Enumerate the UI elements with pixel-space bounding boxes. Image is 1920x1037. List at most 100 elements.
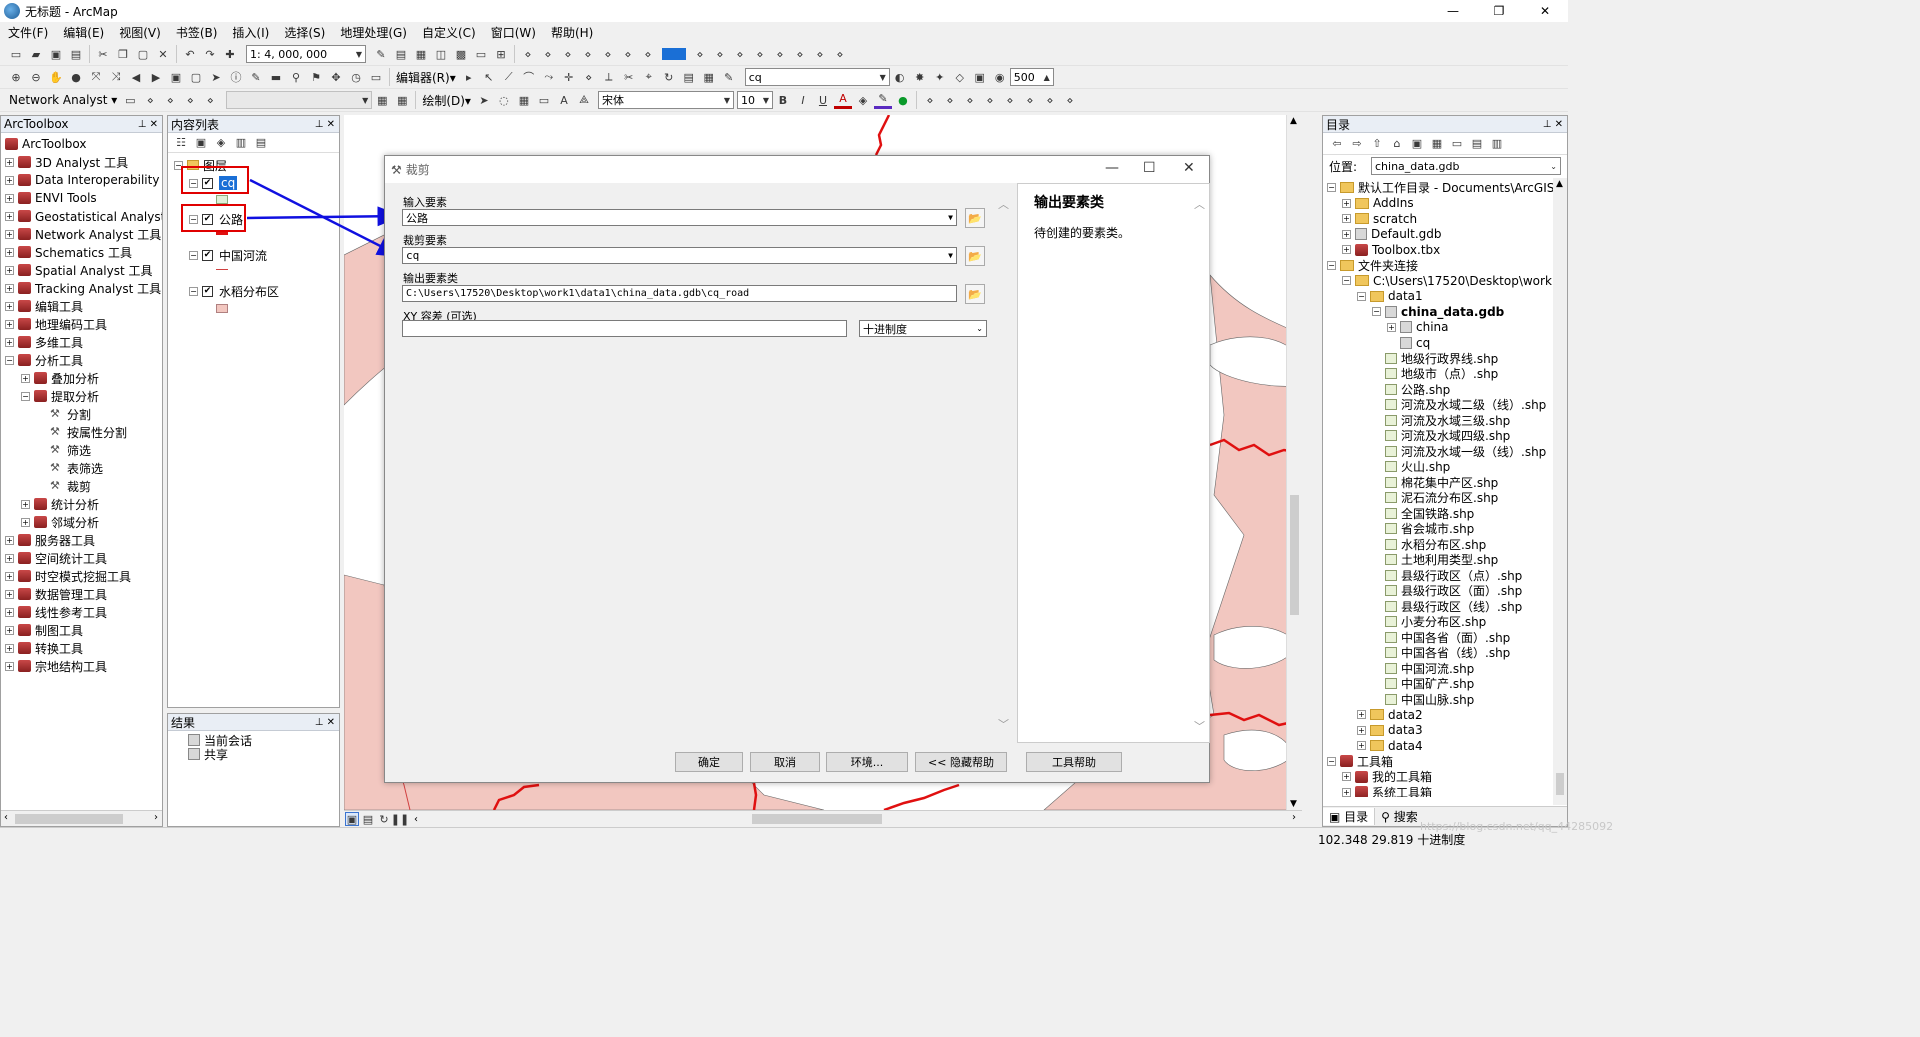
arctoolbox-root[interactable]: ArcToolbox xyxy=(5,135,162,153)
table-of-contents-icon[interactable]: ▤ xyxy=(392,45,410,63)
network-dataset-combo[interactable]: ▼ xyxy=(226,91,373,109)
network-icon-b[interactable]: ⋄ xyxy=(161,91,179,109)
rectangle-icon[interactable]: ▭ xyxy=(535,91,553,109)
tool-icon-a[interactable]: ⋄ xyxy=(519,45,537,63)
rotate-element-icon[interactable]: ◌ xyxy=(495,91,513,109)
time-slider-icon[interactable]: ◷ xyxy=(347,68,365,86)
arctoolbox-toolbox-item[interactable]: + Data Interoperability Too xyxy=(5,171,162,189)
rotate-icon[interactable]: ↻ xyxy=(660,68,678,86)
expand-icon[interactable]: + xyxy=(5,337,14,347)
collapse-icon[interactable]: − xyxy=(21,391,30,401)
pin-close-icons[interactable]: ⊥ ✕ xyxy=(138,119,158,130)
expand-icon[interactable]: + xyxy=(1357,741,1366,751)
georef-icon-c[interactable]: ✦ xyxy=(931,68,949,86)
tool-icon-j[interactable]: ⋄ xyxy=(731,45,749,63)
help-scroll-down-icon[interactable]: ﹀ xyxy=(1194,718,1205,734)
arctoolbox-toolbox-item[interactable]: + Tracking Analyst 工具 xyxy=(5,279,162,297)
arctoolbox-toolbox-item[interactable]: + Geostatistical Analyst 工具 xyxy=(5,207,162,225)
find-route-icon[interactable]: ⚑ xyxy=(307,68,325,86)
network-icon-e[interactable]: ▦ xyxy=(373,91,391,109)
catalog-tree-item[interactable]: cq xyxy=(1327,335,1567,351)
arctoolbox-tool-item[interactable]: ⚒ 裁剪 xyxy=(5,477,162,495)
redo-icon[interactable]: ↷ xyxy=(201,45,219,63)
catalog-tree-item[interactable]: 县级行政区（线）.shp xyxy=(1327,599,1567,615)
catalog-new-icon[interactable]: ▭ xyxy=(1448,135,1466,153)
fixed-zoom-out-icon[interactable]: ⤨ xyxy=(107,68,125,86)
menu-help[interactable]: 帮助(H) xyxy=(543,24,600,41)
expand-icon[interactable]: + xyxy=(5,157,14,167)
draw-icon-g[interactable]: ⋄ xyxy=(1041,91,1059,109)
toc-options-icon[interactable]: ▤ xyxy=(252,134,270,152)
tool-icon-c[interactable]: ⋄ xyxy=(559,45,577,63)
collapse-icon[interactable]: − xyxy=(189,250,198,260)
collapse-icon[interactable]: − xyxy=(1327,260,1336,270)
tool-icon-f[interactable]: ⋄ xyxy=(619,45,637,63)
zoom-in-icon[interactable]: ⊕ xyxy=(7,68,25,86)
copy-icon[interactable]: ❐ xyxy=(114,45,132,63)
bold-button[interactable]: B xyxy=(774,91,792,109)
collapse-icon[interactable]: − xyxy=(189,286,198,296)
layout-view-icon[interactable]: ▤ xyxy=(361,812,375,826)
catalog-toggle-icon[interactable]: ▥ xyxy=(1488,135,1506,153)
map-vscrollbar[interactable]: ▲ ▼ xyxy=(1286,115,1302,810)
split-icon[interactable]: ⌖ xyxy=(640,68,658,86)
expand-icon[interactable]: + xyxy=(5,553,14,563)
georef-icon-b[interactable]: ✸ xyxy=(911,68,929,86)
help-scroll-up-icon[interactable]: ︿ xyxy=(1194,196,1205,212)
dialog-maximize-button[interactable]: ☐ xyxy=(1143,160,1156,176)
catalog-tree-item[interactable]: 土地利用类型.shp xyxy=(1327,552,1567,568)
list-by-drawing-order-icon[interactable]: ☷ xyxy=(172,134,190,152)
catalog-tree-item[interactable]: 河流及水域四级.shp xyxy=(1327,428,1567,444)
arctoolbox-tool-item[interactable]: ⚒ 按属性分割 xyxy=(5,423,162,441)
tool-icon-h[interactable]: ⋄ xyxy=(691,45,709,63)
menu-edit[interactable]: 编辑(E) xyxy=(55,24,111,41)
menu-windows[interactable]: 窗口(W) xyxy=(483,24,543,41)
zoom-to-elements-icon[interactable]: ▦ xyxy=(515,91,533,109)
catalog-tree-item[interactable]: − C:\Users\17520\Desktop\work1 xyxy=(1327,273,1567,289)
attributes-icon[interactable]: ▤ xyxy=(680,68,698,86)
catalog-up-icon[interactable]: ⇧ xyxy=(1368,135,1386,153)
arctoolbox-toolbox-item[interactable]: + 编辑工具 xyxy=(5,297,162,315)
zoom-out-icon[interactable]: ⊖ xyxy=(27,68,45,86)
tool-icon-l[interactable]: ⋄ xyxy=(771,45,789,63)
catalog-tree-item[interactable]: 省会城市.shp xyxy=(1327,521,1567,537)
tool-icon-b[interactable]: ⋄ xyxy=(539,45,557,63)
expand-icon[interactable]: + xyxy=(1342,772,1351,782)
minimize-button[interactable]: — xyxy=(1430,0,1476,22)
collapse-icon[interactable]: − xyxy=(1372,307,1381,317)
expand-icon[interactable]: + xyxy=(21,517,30,527)
arctoolbox-tool-item[interactable]: ⚒ 分割 xyxy=(5,405,162,423)
clear-selection-icon[interactable]: ▢ xyxy=(187,68,205,86)
expand-icon[interactable]: + xyxy=(5,661,14,671)
scale-combo[interactable]: 1: 4, 000, 000 ▼ xyxy=(246,45,366,63)
arctoolbox-toolbox-item[interactable]: + 制图工具 xyxy=(5,621,162,639)
arctoolbox-toolbox-item[interactable]: + Spatial Analyst 工具 xyxy=(5,261,162,279)
html-popup-icon[interactable]: ✎ xyxy=(247,68,265,86)
network-icon-d[interactable]: ⋄ xyxy=(201,91,219,109)
list-by-visibility-icon[interactable]: ◈ xyxy=(212,134,230,152)
layer-symbol[interactable] xyxy=(216,195,228,204)
draw-icon-a[interactable]: ⋄ xyxy=(921,91,939,109)
collapse-icon[interactable]: − xyxy=(1342,276,1351,286)
endpoint-arc-icon[interactable]: ⌒ xyxy=(520,68,538,86)
catalog-tree-item[interactable]: − 工具箱 xyxy=(1327,754,1567,770)
catalog-pin-close-icons[interactable]: ⊥ ✕ xyxy=(1543,119,1563,130)
print-icon[interactable]: ▤ xyxy=(67,45,85,63)
reshape-icon[interactable]: ⟂ xyxy=(600,68,618,86)
python-icon[interactable]: ▭ xyxy=(472,45,490,63)
font-color-icon[interactable]: A xyxy=(833,91,852,109)
catalog-tree-item[interactable]: 中国各省（面）.shp xyxy=(1327,630,1567,646)
arctoolbox-toolbox-item[interactable]: + Schematics 工具 xyxy=(5,243,162,261)
arctoolbox-toolbox-item[interactable]: + 多维工具 xyxy=(5,333,162,351)
catalog-tree-item[interactable]: 全国铁路.shp xyxy=(1327,506,1567,522)
input-browse-folder-icon[interactable]: 📂 xyxy=(965,208,985,228)
open-icon[interactable]: ▰ xyxy=(27,45,45,63)
catalog-tree-item[interactable]: 县级行政区（点）.shp xyxy=(1327,568,1567,584)
edit-vertices-icon[interactable]: ⋄ xyxy=(580,68,598,86)
catalog-tree-item[interactable]: + AddIns xyxy=(1327,196,1567,212)
collapse-icon[interactable]: − xyxy=(5,355,14,365)
catalog-tree-item[interactable]: + data3 xyxy=(1327,723,1567,739)
catalog-tree-item[interactable]: − china_data.gdb xyxy=(1327,304,1567,320)
list-by-selection-icon[interactable]: ▥ xyxy=(232,134,250,152)
arctoolbox-toolbox-item[interactable]: + 宗地结构工具 xyxy=(5,657,162,675)
